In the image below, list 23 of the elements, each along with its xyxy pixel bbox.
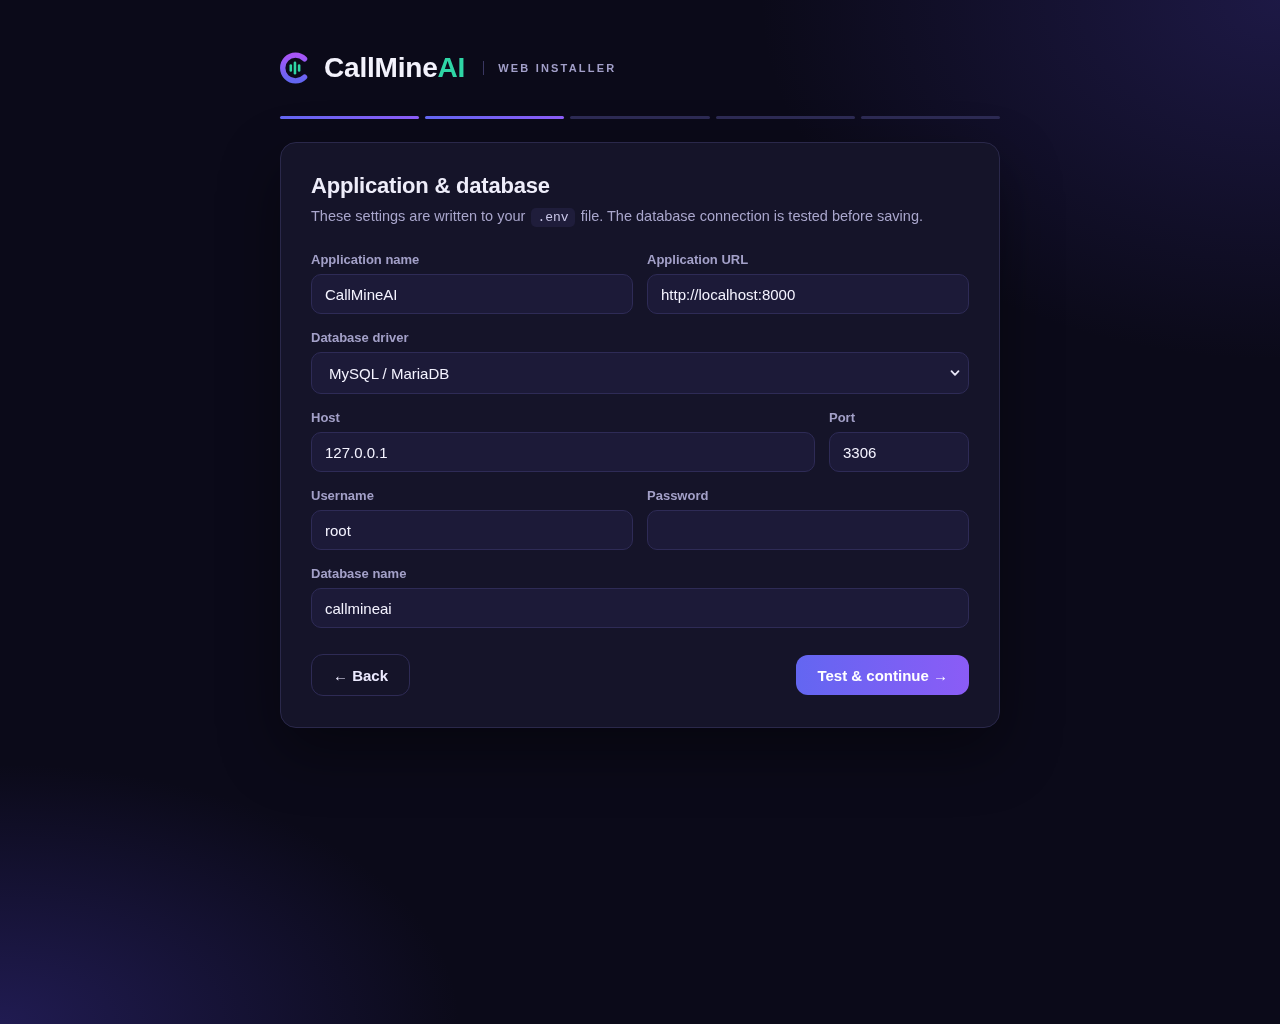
input-field[interactable]: callmineai: [311, 588, 969, 628]
input-field[interactable]: root: [311, 510, 633, 550]
field-label: Port: [829, 410, 856, 426]
field-label: Password: [647, 488, 710, 504]
field-label: Database name: [311, 566, 408, 582]
chevron-down-icon: [950, 368, 960, 378]
installer-label: WEB INSTALLER: [498, 62, 617, 74]
dropdown-field[interactable]: MySQL / MariaDB: [311, 352, 969, 394]
input-field[interactable]: CallMineAI: [311, 274, 633, 314]
brand-name: CallMineAI: [324, 52, 466, 84]
continue-button[interactable]: Test & continue →: [796, 655, 969, 695]
input-field[interactable]: 127.0.0.1: [311, 432, 815, 472]
field-label: Host: [311, 410, 341, 426]
field-label: Username: [311, 488, 375, 504]
input-field[interactable]: 3306: [829, 432, 969, 472]
field-label: Database driver: [311, 330, 410, 346]
card-title: Application & database: [311, 173, 551, 199]
back-button[interactable]: ← Back: [311, 654, 411, 696]
field-label: Application name: [311, 252, 421, 268]
description-text: These settings are written to your .env file. The database connection is tested before saving.: [311, 207, 924, 229]
input-field[interactable]: http://localhost:8000: [647, 274, 969, 314]
password-field[interactable]: [647, 510, 969, 550]
field-label: Application URL: [647, 252, 750, 268]
